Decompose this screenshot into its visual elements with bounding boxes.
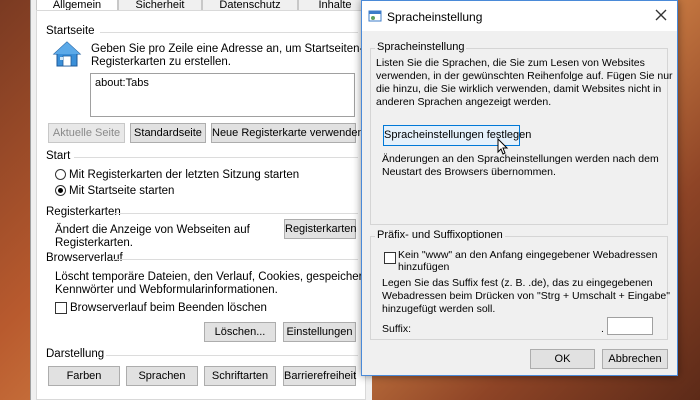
radio-last-session-label: Mit Registerkarten der letzten Sitzung s… [69, 169, 300, 181]
tabs-description-line2: Registerkarten. [55, 237, 133, 249]
accessibility-button[interactable]: Barrierefreiheit [283, 366, 356, 386]
default-page-button[interactable]: Standardseite [130, 123, 206, 143]
radio-homepage-label: Mit Startseite starten [69, 185, 175, 197]
homepage-url: about:Tabs [95, 77, 149, 89]
current-page-button[interactable]: Aktuelle Seite [48, 123, 125, 143]
delete-on-exit-checkbox[interactable] [55, 302, 67, 314]
radio-last-session[interactable] [55, 169, 66, 180]
homepage-section-title: Startseite [46, 25, 95, 37]
tabs-description-line1: Ändert die Anzeige von Webseiten auf [55, 224, 250, 236]
suffix-label: Suffix: [382, 323, 411, 335]
language-note-line1: Änderungen an den Spracheinstellungen we… [382, 153, 659, 165]
fonts-button[interactable]: Schriftarten [204, 366, 276, 386]
language-text-line1: Listen Sie die Sprachen, die Sie zum Les… [376, 57, 645, 69]
suffix-text-line2: Webadressen beim Drücken von "Strg + Ums… [382, 290, 670, 302]
homepage-textarea[interactable]: about:Tabs [90, 73, 355, 117]
tabs-settings-button[interactable]: Registerkarten [284, 219, 357, 239]
start-divider [74, 157, 358, 158]
history-settings-button[interactable]: Einstellungen [283, 322, 356, 342]
delete-history-button[interactable]: Löschen... [204, 322, 276, 342]
close-icon[interactable] [650, 5, 672, 25]
homepage-description-line1: Geben Sie pro Zeile eine Adresse an, um … [91, 43, 364, 55]
start-section-title: Start [46, 150, 71, 162]
delete-on-exit-label: Browserverlauf beim Beenden löschen [70, 302, 267, 314]
tabs-section-title: Registerkarten [46, 206, 121, 218]
languages-button[interactable]: Sprachen [126, 366, 198, 386]
colors-button[interactable]: Farben [48, 366, 120, 386]
tabs-divider [114, 213, 358, 214]
language-settings-dialog: Spracheinstellung Spracheinstellung List… [361, 0, 678, 376]
suffix-text-line1: Legen Sie das Suffix fest (z. B. .de), d… [382, 277, 653, 289]
globe-icon [368, 9, 382, 23]
new-tab-button[interactable]: Neue Registerkarte verwenden [211, 123, 364, 143]
language-text-line4: anderen Sprachen angezeigt werden. [376, 96, 552, 108]
history-description-line1: Löscht temporäre Dateien, den Verlauf, C… [55, 271, 373, 283]
no-www-checkbox[interactable] [384, 252, 396, 264]
radio-homepage[interactable] [55, 185, 66, 196]
homepage-divider [100, 32, 358, 33]
appearance-divider [106, 355, 358, 356]
language-text-line3: die hinzu, die Sie wirklich verwenden, d… [376, 83, 662, 95]
history-description-line2: Kennwörter und Webformularinformationen. [55, 284, 278, 296]
suffix-text-line3: hinzugefügt werden soll. [382, 303, 496, 315]
house-icon [52, 40, 82, 68]
language-group-title: Spracheinstellung [375, 41, 467, 53]
cancel-button[interactable]: Abbrechen [602, 349, 668, 369]
suffix-dot: . [601, 323, 604, 335]
language-note-line2: Neustart des Browsers übernommen. [382, 166, 556, 178]
no-www-label-line2: hinzufügen [398, 261, 450, 273]
dialog-title: Spracheinstellung [387, 10, 483, 24]
appearance-section-title: Darstellung [46, 348, 105, 360]
ok-button[interactable]: OK [530, 349, 595, 369]
prefix-suffix-group-title: Präfix- und Suffixoptionen [375, 229, 505, 241]
suffix-input[interactable] [607, 317, 653, 335]
homepage-description-line2: Registerkarten zu erstellen. [91, 56, 231, 68]
language-text-line2: verwenden, in der gewünschten Reihenfolg… [376, 70, 673, 82]
history-divider [114, 259, 358, 260]
history-section-title: Browserverlauf [46, 252, 123, 264]
